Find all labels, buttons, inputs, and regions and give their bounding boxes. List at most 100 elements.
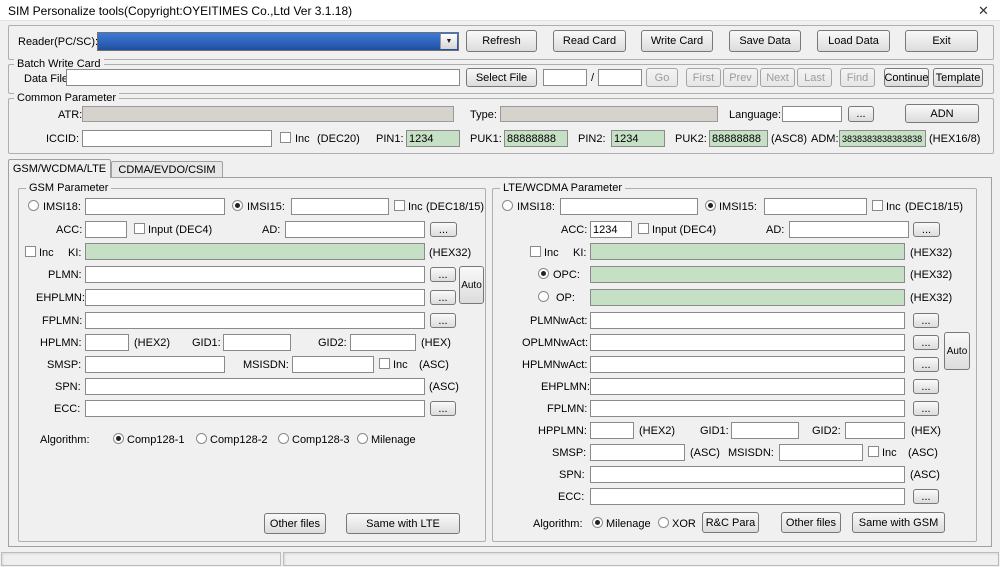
lte-hplmnwact-more-button[interactable]: ... [913, 357, 939, 372]
gsm-ad-more-button[interactable]: ... [430, 222, 457, 237]
lte-alg-milenage-radio[interactable] [592, 517, 603, 528]
gsm-same-with-lte-button[interactable]: Same with LTE [346, 513, 460, 534]
lte-ki-inc-checkbox[interactable] [530, 246, 541, 257]
lte-imsi18-radio[interactable] [502, 200, 513, 211]
lte-ad-input[interactable] [789, 221, 909, 238]
pin1-input[interactable] [406, 130, 460, 147]
continue-button[interactable]: Continue [884, 68, 929, 87]
gsm-other-files-button[interactable]: Other files [264, 513, 326, 534]
lte-plmnwact-input[interactable] [590, 312, 905, 329]
lte-plmnwact-more-button[interactable]: ... [913, 313, 939, 328]
next-button[interactable]: Next [760, 68, 795, 87]
lte-ecc-more-button[interactable]: ... [913, 489, 939, 504]
lte-acc-input-checkbox[interactable] [638, 223, 649, 234]
batch-total-input[interactable] [598, 69, 642, 86]
lte-imsi15-radio[interactable] [705, 200, 716, 211]
lte-rc-para-button[interactable]: R&C Para [702, 512, 759, 533]
gsm-msisdn-input[interactable] [292, 356, 374, 373]
lte-msisdn-input[interactable] [779, 444, 863, 461]
first-button[interactable]: First [686, 68, 721, 87]
lte-ki-input[interactable] [590, 243, 905, 260]
gsm-imsi18-radio[interactable] [28, 200, 39, 211]
lte-op-radio[interactable] [538, 291, 549, 302]
iccid-inc-checkbox[interactable] [280, 132, 291, 143]
gsm-gid1-input[interactable] [223, 334, 291, 351]
gsm-gid2-input[interactable] [350, 334, 416, 351]
gsm-ecc-more-button[interactable]: ... [430, 401, 456, 416]
gsm-ehplmn-input[interactable] [85, 289, 425, 306]
lte-op-input[interactable] [590, 289, 905, 306]
chevron-down-icon[interactable]: ▼ [440, 34, 457, 49]
gsm-alg-comp128-1-radio[interactable] [113, 433, 124, 444]
gsm-acc-input-checkbox[interactable] [134, 223, 145, 234]
lte-ecc-input[interactable] [590, 488, 905, 505]
language-input[interactable] [782, 106, 842, 122]
gsm-hplmn-input[interactable] [85, 334, 129, 351]
data-file-input[interactable] [66, 69, 460, 86]
gsm-imsi18-input[interactable] [85, 198, 225, 215]
lte-oplmnwact-more-button[interactable]: ... [913, 335, 939, 350]
gsm-fplmn-more-button[interactable]: ... [430, 313, 456, 328]
lte-fplmn-input[interactable] [590, 400, 905, 417]
puk1-input[interactable] [504, 130, 568, 147]
lte-gid1-input[interactable] [731, 422, 799, 439]
gsm-plmn-input[interactable] [85, 266, 425, 283]
gsm-imsi15-radio[interactable] [232, 200, 243, 211]
adm-input[interactable] [839, 130, 926, 147]
lte-auto-button[interactable]: Auto [944, 332, 970, 370]
load-data-button[interactable]: Load Data [817, 30, 890, 52]
gsm-imsi15-input[interactable] [291, 198, 389, 215]
lte-same-with-gsm-button[interactable]: Same with GSM [852, 512, 945, 533]
gsm-auto-button[interactable]: Auto [459, 266, 484, 304]
tab-gsm-wcdma-lte[interactable]: GSM/WCDMA/LTE [8, 159, 111, 178]
prev-button[interactable]: Prev [723, 68, 758, 87]
lte-hplmnwact-input[interactable] [590, 356, 905, 373]
adn-button[interactable]: ADN [905, 104, 979, 123]
lte-other-files-button[interactable]: Other files [781, 512, 841, 533]
lte-spn-input[interactable] [590, 466, 905, 483]
lte-alg-xor-radio[interactable] [658, 517, 669, 528]
gsm-plmn-more-button[interactable]: ... [430, 267, 456, 282]
gsm-alg-comp128-2-radio[interactable] [196, 433, 207, 444]
puk2-input[interactable] [709, 130, 768, 147]
lte-fplmn-more-button[interactable]: ... [913, 401, 939, 416]
language-more-button[interactable]: ... [848, 106, 874, 122]
lte-oplmnwact-input[interactable] [590, 334, 905, 351]
lte-ehplmn-input[interactable] [590, 378, 905, 395]
reader-combobox[interactable]: ▼ [97, 32, 459, 51]
lte-acc-input[interactable] [590, 221, 632, 238]
gsm-ehplmn-more-button[interactable]: ... [430, 290, 456, 305]
gsm-ecc-input[interactable] [85, 400, 425, 417]
gsm-alg-milenage-radio[interactable] [357, 433, 368, 444]
lte-opc-radio[interactable] [538, 268, 549, 279]
select-file-button[interactable]: Select File [466, 68, 537, 87]
gsm-ki-inc-checkbox[interactable] [25, 246, 36, 257]
lte-gid2-input[interactable] [845, 422, 905, 439]
find-button[interactable]: Find [840, 68, 875, 87]
gsm-acc-input[interactable] [85, 221, 127, 238]
close-icon[interactable]: ✕ [976, 3, 991, 18]
pin2-input[interactable] [611, 130, 665, 147]
last-button[interactable]: Last [797, 68, 832, 87]
lte-hpplmn-input[interactable] [590, 422, 634, 439]
gsm-fplmn-input[interactable] [85, 312, 425, 329]
gsm-ad-input[interactable] [285, 221, 425, 238]
lte-smsp-input[interactable] [590, 444, 685, 461]
gsm-smsp-input[interactable] [85, 356, 225, 373]
tab-cdma-evdo-csim[interactable]: CDMA/EVDO/CSIM [111, 161, 223, 178]
gsm-alg-comp128-3-radio[interactable] [278, 433, 289, 444]
lte-imsi18-input[interactable] [560, 198, 698, 215]
lte-opc-input[interactable] [590, 266, 905, 283]
lte-msisdn-inc-checkbox[interactable] [868, 446, 879, 457]
lte-ad-more-button[interactable]: ... [913, 222, 940, 237]
lte-ehplmn-more-button[interactable]: ... [913, 379, 939, 394]
gsm-ki-input[interactable] [85, 243, 425, 260]
iccid-input[interactable] [82, 130, 272, 147]
read-card-button[interactable]: Read Card [553, 30, 626, 52]
go-button[interactable]: Go [646, 68, 678, 87]
save-data-button[interactable]: Save Data [729, 30, 801, 52]
write-card-button[interactable]: Write Card [641, 30, 713, 52]
gsm-imsi-inc-checkbox[interactable] [394, 200, 405, 211]
lte-imsi15-input[interactable] [764, 198, 867, 215]
refresh-button[interactable]: Refresh [466, 30, 537, 52]
